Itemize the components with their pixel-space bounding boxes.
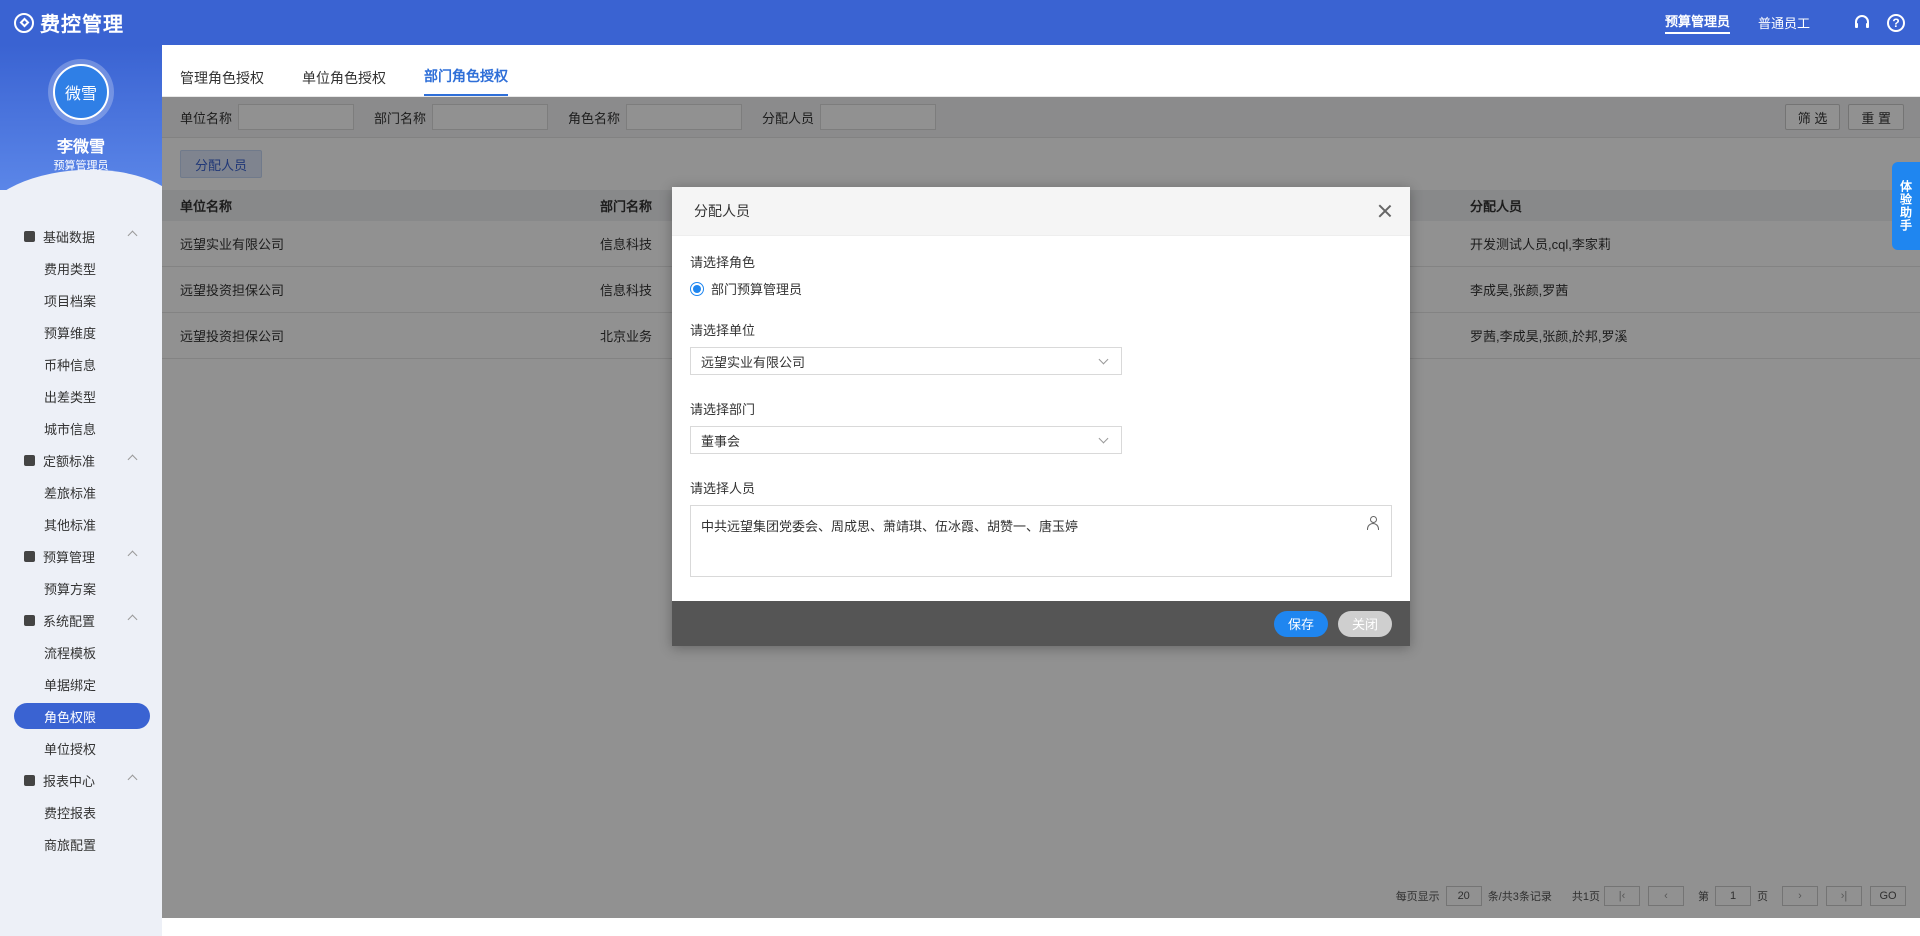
- menu-group-basic-data[interactable]: 基础数据: [0, 220, 162, 252]
- sidebar-item-doc-binding[interactable]: 单据绑定: [0, 668, 162, 700]
- chevron-up-icon: [127, 550, 138, 561]
- assistant-tab[interactable]: 体验助手: [1892, 162, 1920, 250]
- chevron-up-icon: [127, 230, 138, 241]
- budget-icon: [24, 550, 35, 562]
- menu-group-system[interactable]: 系统配置: [0, 604, 162, 636]
- chevron-up-icon: [127, 774, 138, 785]
- user-panel: 微雪 李微雪 预算管理员: [0, 45, 162, 190]
- sidebar-item-unit-auth[interactable]: 单位授权: [0, 732, 162, 764]
- dialog-body: 请选择角色 部门预算管理员 请选择单位 远望实业有限公司 请选择部门 董事会 请…: [672, 236, 1410, 577]
- sidebar-item-flow-template[interactable]: 流程模板: [0, 636, 162, 668]
- sidebar-item-budget-plan[interactable]: 预算方案: [0, 572, 162, 604]
- cluster-icon: [24, 614, 35, 626]
- tab-unit-role-auth[interactable]: 单位角色授权: [302, 68, 386, 96]
- top-bar: 费控管理 预算管理员 普通员工 ?: [0, 0, 1920, 45]
- chevron-up-icon: [127, 614, 138, 625]
- sidebar-item-budget-dimension[interactable]: 预算维度: [0, 316, 162, 348]
- user-select-icon[interactable]: [1367, 516, 1381, 530]
- menu-group-reports[interactable]: 报表中心: [0, 764, 162, 796]
- document-icon: [24, 454, 35, 466]
- tab-dept-role-auth[interactable]: 部门角色授权: [424, 66, 508, 96]
- dialog-footer: 保存 关闭: [672, 601, 1410, 646]
- logo-icon: [14, 12, 34, 33]
- sidebar-item-currency[interactable]: 币种信息: [0, 348, 162, 380]
- people-label: 请选择人员: [690, 481, 756, 496]
- sidebar: 微雪 李微雪 预算管理员 基础数据 费用类型 项目档案 预算维度 币种信息 出差…: [0, 45, 162, 936]
- menu-group-budget[interactable]: 预算管理: [0, 540, 162, 572]
- tab-bar: 管理角色授权 单位角色授权 部门角色授权: [162, 45, 1920, 97]
- sidebar-item-trip-type[interactable]: 出差类型: [0, 380, 162, 412]
- user-role: 预算管理员: [53, 160, 109, 172]
- sidebar-item-city[interactable]: 城市信息: [0, 412, 162, 444]
- sidebar-item-expense-type[interactable]: 费用类型: [0, 252, 162, 284]
- people-input[interactable]: 中共远望集团党委会、周成思、萧靖琪、伍冰霞、胡赞一、唐玉婷: [690, 505, 1392, 577]
- help-icon[interactable]: ?: [1886, 13, 1906, 33]
- report-icon: [24, 774, 35, 786]
- menu-group-quota[interactable]: 定额标准: [0, 444, 162, 476]
- role-option-label: 部门预算管理员: [711, 282, 803, 297]
- unit-label: 请选择单位: [690, 323, 756, 338]
- app-logo[interactable]: 费控管理: [0, 8, 124, 37]
- user-name: 李微雪: [56, 139, 105, 156]
- sidebar-menu: 基础数据 费用类型 项目档案 预算维度 币种信息 出差类型 城市信息 定额标准 …: [0, 220, 162, 860]
- chevron-down-icon: [1098, 433, 1109, 444]
- assign-people-dialog: 分配人员 请选择角色 部门预算管理员 请选择单位 远望实业有限公司 请选择部门 …: [672, 187, 1410, 646]
- sidebar-item-other-standard[interactable]: 其他标准: [0, 508, 162, 540]
- chevron-down-icon: [1098, 354, 1109, 365]
- app-title: 费控管理: [40, 14, 124, 36]
- unit-select[interactable]: 远望实业有限公司: [690, 347, 1122, 375]
- close-button[interactable]: 关闭: [1337, 610, 1392, 637]
- sidebar-item-travel-standard[interactable]: 差旅标准: [0, 476, 162, 508]
- role-budget-admin[interactable]: 预算管理员: [1664, 0, 1730, 45]
- database-icon: [24, 230, 35, 242]
- save-button[interactable]: 保存: [1273, 610, 1328, 637]
- role-label: 请选择角色: [690, 255, 756, 270]
- sidebar-item-project-archive[interactable]: 项目档案: [0, 284, 162, 316]
- dialog-header: 分配人员: [672, 187, 1410, 236]
- role-employee[interactable]: 普通员工: [1758, 0, 1810, 45]
- role-radio-option[interactable]: 部门预算管理员: [690, 279, 1392, 298]
- top-right-area: 预算管理员 普通员工 ?: [1664, 0, 1920, 45]
- chevron-up-icon: [127, 454, 138, 465]
- sidebar-item-expense-report[interactable]: 费控报表: [0, 796, 162, 828]
- avatar[interactable]: 微雪: [53, 64, 109, 120]
- tab-admin-role-auth[interactable]: 管理角色授权: [180, 68, 264, 96]
- dept-label: 请选择部门: [690, 402, 756, 417]
- radio-selected-icon: [690, 281, 704, 296]
- close-icon[interactable]: [1378, 204, 1392, 218]
- sidebar-item-role-permission[interactable]: 角色权限: [14, 703, 150, 729]
- sidebar-item-travel-config[interactable]: 商旅配置: [0, 828, 162, 860]
- dialog-title: 分配人员: [694, 203, 750, 219]
- headset-icon[interactable]: [1852, 13, 1872, 33]
- dept-select[interactable]: 董事会: [690, 426, 1122, 454]
